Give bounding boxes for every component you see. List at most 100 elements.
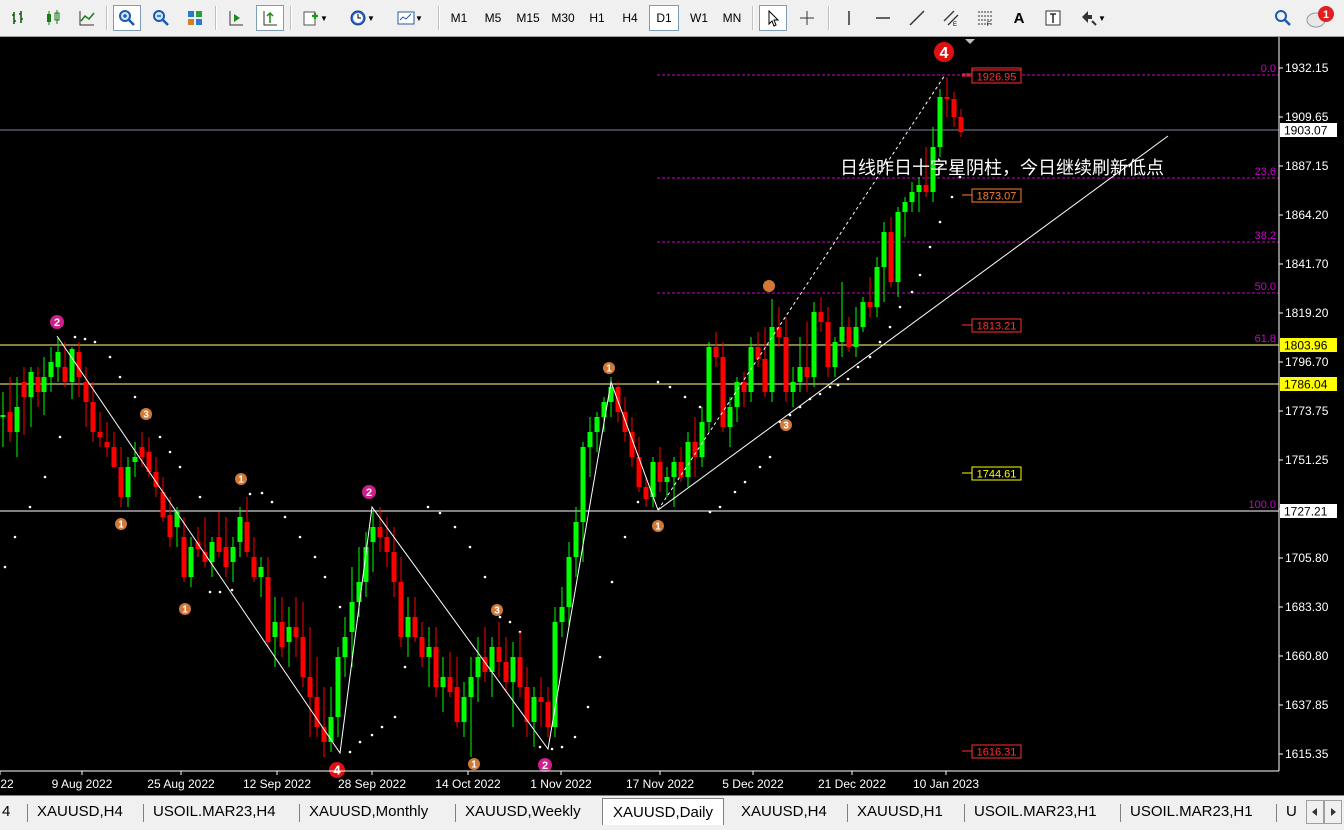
templates-icon[interactable]: ▼ [390, 5, 430, 31]
fib-trend-dashed-line[interactable] [657, 74, 946, 511]
price-chart[interactable]: 0.0 23.6 38.2 50.0 61.8 100.0 2 3 1 1 1 2 4 3 2 1 1 3 14 … [0, 37, 1344, 795]
candle-body[interactable] [538, 697, 544, 702]
candle-body[interactable] [958, 117, 964, 132]
candle-body[interactable] [860, 302, 866, 327]
candle-body[interactable] [496, 647, 502, 662]
equidistant-channel-icon[interactable]: E [937, 5, 965, 31]
timeframe-d1[interactable]: D1 [649, 5, 679, 31]
candle-body[interactable] [55, 352, 61, 367]
candle-body[interactable] [398, 582, 404, 637]
candle-body[interactable] [0, 415, 6, 417]
chart-tab[interactable]: 4 [2, 800, 10, 824]
candle-body[interactable] [874, 267, 880, 307]
candle-body[interactable] [951, 99, 957, 117]
line-chart-icon[interactable] [74, 5, 100, 31]
candle-body[interactable] [727, 407, 733, 427]
trendline-icon[interactable] [903, 5, 931, 31]
candle-body[interactable] [769, 327, 775, 392]
tab-scroll-right-icon[interactable] [1324, 800, 1342, 824]
candle-body[interactable] [300, 637, 306, 677]
candle-body[interactable] [7, 412, 13, 432]
candle-body[interactable] [83, 382, 89, 402]
candle-body[interactable] [188, 547, 194, 577]
crosshair-icon[interactable] [793, 5, 821, 31]
candle-body[interactable] [783, 337, 789, 392]
candle-body[interactable] [391, 552, 397, 582]
candle-body[interactable] [664, 477, 670, 482]
candle-body[interactable] [489, 647, 495, 672]
timeframe-m5[interactable]: M5 [478, 5, 508, 31]
candle-body[interactable] [118, 467, 124, 497]
candle-body[interactable] [797, 367, 803, 382]
zoom-out-icon[interactable] [147, 5, 175, 31]
candle-body[interactable] [286, 627, 292, 642]
arrows-icon[interactable]: ▼ [1073, 5, 1113, 31]
candle-body[interactable] [132, 457, 138, 462]
candle-body[interactable] [832, 342, 838, 367]
candle-body[interactable] [699, 422, 705, 457]
candle-body[interactable] [97, 432, 103, 437]
candle-body[interactable] [636, 457, 642, 487]
chart-tab[interactable]: XAUUSD,Daily [602, 798, 725, 825]
candle-body[interactable] [461, 697, 467, 722]
candle-body[interactable] [251, 557, 257, 577]
candlestick-chart-icon[interactable] [40, 5, 66, 31]
candle-body[interactable] [559, 607, 565, 622]
candle-body[interactable] [853, 327, 859, 347]
horizontal-line-icon[interactable] [869, 5, 897, 31]
candle-body[interactable] [174, 512, 180, 527]
candle-body[interactable] [587, 432, 593, 447]
candle-body[interactable] [426, 647, 432, 657]
candle-body[interactable] [594, 417, 600, 432]
candle-body[interactable] [384, 537, 390, 552]
fibonacci-icon[interactable]: F [971, 5, 999, 31]
candle-body[interactable] [265, 577, 271, 642]
candle-body[interactable] [230, 547, 236, 562]
candle-body[interactable] [447, 677, 453, 692]
tile-windows-icon[interactable] [181, 5, 209, 31]
candle-body[interactable] [804, 367, 810, 377]
candle-body[interactable] [160, 492, 166, 517]
timeframe-m1[interactable]: M1 [444, 5, 474, 31]
candle-body[interactable] [643, 487, 649, 499]
candle-body[interactable] [76, 352, 82, 377]
candle-body[interactable] [14, 407, 20, 432]
chart-tab[interactable]: U [1286, 800, 1297, 824]
timeframe-m15[interactable]: M15 [512, 5, 544, 31]
candle-body[interactable] [35, 377, 41, 392]
timeframe-h1[interactable]: H1 [582, 5, 612, 31]
candle-body[interactable] [475, 657, 481, 677]
candle-body[interactable] [916, 185, 922, 192]
candle-body[interactable] [510, 657, 516, 682]
candle-body[interactable] [62, 367, 68, 382]
candle-body[interactable] [41, 377, 47, 392]
candle-body[interactable] [69, 349, 75, 382]
candle-body[interactable] [125, 467, 131, 497]
candle-body[interactable] [902, 202, 908, 212]
chart-tab[interactable]: XAUUSD,Monthly [309, 800, 428, 824]
timeframe-mn[interactable]: MN [717, 5, 747, 31]
chart-tab[interactable]: XAUUSD,H4 [741, 800, 827, 824]
timeframe-m30[interactable]: M30 [547, 5, 579, 31]
candle-body[interactable] [713, 347, 719, 357]
candle-body[interactable] [104, 442, 110, 447]
candle-body[interactable] [272, 622, 278, 637]
zoom-in-icon[interactable] [113, 5, 141, 31]
candle-body[interactable] [279, 622, 285, 647]
candle-body[interactable] [580, 447, 586, 522]
candle-body[interactable] [237, 517, 243, 542]
candle-body[interactable] [552, 622, 558, 727]
candle-body[interactable] [755, 347, 761, 359]
candle-body[interactable] [923, 185, 929, 192]
chart-tab[interactable]: USOIL.MAR23,H1 [974, 800, 1097, 824]
candle-body[interactable] [895, 212, 901, 282]
candle-body[interactable] [328, 717, 334, 742]
candle-body[interactable] [881, 232, 887, 267]
candle-body[interactable] [615, 387, 621, 412]
chart-tab[interactable]: XAUUSD,H4 [37, 800, 123, 824]
shift-marker-icon[interactable] [965, 39, 975, 44]
candle-body[interactable] [433, 647, 439, 687]
text-tool-button[interactable]: A [1005, 5, 1033, 31]
candle-body[interactable] [223, 547, 229, 567]
tab-scroll-left-icon[interactable] [1306, 800, 1324, 824]
